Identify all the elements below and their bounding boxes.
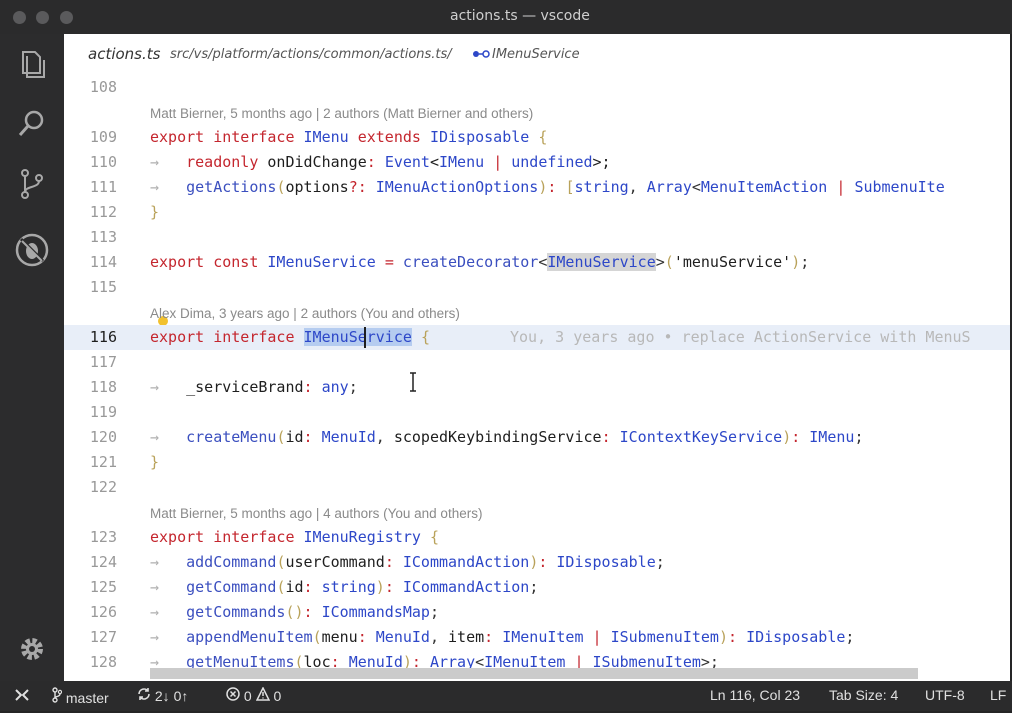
code-line: 125 → getCommand(id: string): ICommandAct… [64,575,1010,600]
code-line: 124 → addCommand(userCommand: ICommandAct… [64,550,1010,575]
zoom-window-button[interactable] [60,11,73,24]
branch-status[interactable]: master [52,687,109,706]
line-number: 117 [89,353,117,371]
code-line: 122 [64,475,1010,500]
branch-name: master [65,690,109,706]
text-cursor [364,327,366,348]
sync-status[interactable]: 2↓ 0↑ [137,687,188,704]
line-number: 123 [89,528,117,546]
line-number: 127 [89,628,117,646]
code-line: 123 export interface IMenuRegistry { [64,525,1010,550]
error-count: 0 [243,688,252,704]
breadcrumb-symbol[interactable]: IMenuService [492,47,580,62]
horizontal-scrollbar[interactable] [150,668,918,679]
source-control-icon[interactable] [14,166,50,202]
line-ending[interactable]: LF [990,687,1006,703]
code-line: 108 [64,75,1010,100]
selected-text: IMenu [303,328,349,346]
inline-blame: You, 3 years ago • replace ActionService… [510,328,971,346]
minimize-window-button[interactable] [36,11,49,24]
line-number: 111 [89,178,117,196]
line-number: 125 [89,578,117,596]
code-line: 127 → appendMenuItem(menu: MenuId, item: … [64,625,1010,650]
code-line: 109 export interface IMenu extends IDispo… [64,125,1010,150]
sync-counts: 2↓ 0↑ [154,688,189,704]
tab-size[interactable]: Tab Size: 4 [829,687,898,703]
status-bar: master 2↓ 0↑ 0 0 Ln 116, Col 23 Tab Size… [0,681,1012,711]
title-bar: actions.ts — vscode [0,0,1012,34]
line-number: 121 [89,453,117,471]
code-line: 110 → readonly onDidChange: Event<IMenu |… [64,150,1010,175]
breadcrumb-path[interactable]: src/vs/platform/actions/common/actions.t… [170,47,452,62]
code-line: 111 → getActions(options?: IMenuActionOpt… [64,175,1010,200]
breadcrumb-file[interactable]: actions.ts [88,45,160,63]
sync-icon [138,688,150,700]
code-line: 121} [64,450,1010,475]
encoding[interactable]: UTF-8 [925,687,965,703]
line-number: 118 [89,378,117,396]
interface-symbol-icon [473,50,490,58]
line-number: 120 [89,428,117,446]
activity-bar [0,34,64,681]
error-icon [226,687,240,701]
branch-icon [52,687,63,703]
line-number: 122 [89,478,117,496]
code-line: 120 → createMenu(id: MenuId, scopedKeybin… [64,425,1010,450]
line-number: 112 [89,203,117,221]
warning-count: 0 [273,688,282,704]
files-icon[interactable] [14,46,50,82]
settings-gear-icon[interactable] [14,631,50,667]
line-number: 119 [89,403,117,421]
code-lens[interactable]: Matt Bierner, 5 months ago | 2 authors (… [150,103,533,125]
warning-icon [255,686,270,701]
code-line: 113 [64,225,1010,250]
line-number: 114 [89,253,117,271]
code-line: 115 [64,275,1010,300]
line-number: 109 [89,128,117,146]
code-line-active: 116 export interface IMenuService {You, 3… [64,325,1010,350]
line-number: 126 [89,603,117,621]
debug-icon[interactable] [14,232,50,268]
remote-icon[interactable] [14,687,30,706]
code-line: 119 [64,400,1010,425]
cursor-position[interactable]: Ln 116, Col 23 [710,687,800,703]
code-line: 126 → getCommands(): ICommandsMap; [64,600,1010,625]
code-line: 114 export const IMenuService = createDec… [64,250,1010,275]
line-number: 113 [89,228,117,246]
close-window-button[interactable] [13,11,26,24]
line-number: 116 [89,328,117,346]
mouse-ibeam-cursor [410,372,416,392]
code-line: 112} [64,200,1010,225]
vscode-window: actions.ts — vscode actions.ts src/vs/pl… [0,0,1012,713]
selected-text: Service [348,328,412,346]
search-icon[interactable] [14,106,50,142]
code-lens[interactable]: Matt Bierner, 5 months ago | 4 authors (… [150,503,482,525]
line-number: 124 [89,553,117,571]
line-number: 108 [89,78,117,96]
line-number: 128 [89,653,117,671]
editor-pane[interactable]: actions.ts src/vs/platform/actions/commo… [64,34,1010,681]
code-line: 117 [64,350,1010,375]
code-lens[interactable]: Alex Dima, 3 years ago | 2 authors (You … [150,303,460,325]
breadcrumb: actions.ts src/vs/platform/actions/commo… [64,34,1010,74]
window-title: actions.ts — vscode [450,8,590,24]
line-number: 115 [89,278,117,296]
code-line: 118 → _serviceBrand: any; [64,375,1010,400]
line-number: 110 [89,153,117,171]
problems-status[interactable]: 0 0 [226,686,282,704]
